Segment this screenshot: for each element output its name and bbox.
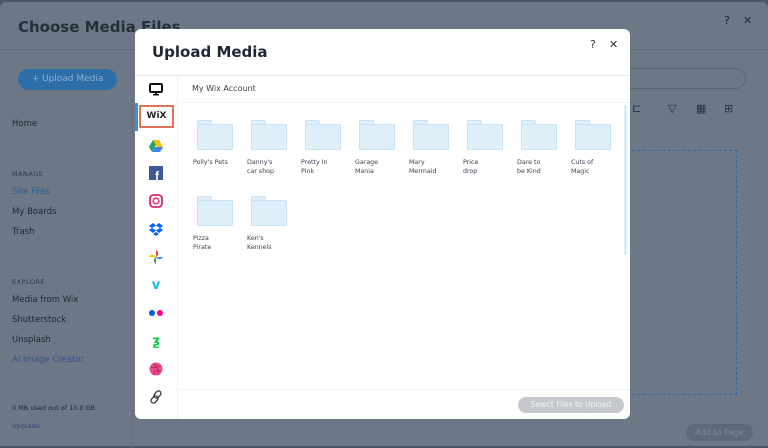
instagram-icon[interactable] (146, 191, 166, 211)
folder-icon (575, 120, 611, 150)
folder-icon (251, 196, 287, 226)
folder-item[interactable]: Polly's Pets (189, 120, 243, 167)
flickr-icon[interactable] (146, 303, 166, 323)
breadcrumb-divider (179, 102, 630, 103)
close-icon[interactable]: ✕ (743, 14, 752, 27)
source-rail: WiX f v ƺ (135, 76, 178, 419)
folder-item[interactable]: Pizza Pirate (189, 196, 243, 252)
select-files-button[interactable]: Select Files to Upload (518, 397, 624, 413)
folder-icon (521, 120, 557, 150)
scrollbar[interactable] (624, 105, 627, 255)
help-icon[interactable]: ? (590, 38, 596, 51)
folder-item[interactable]: Danny's car shop (243, 120, 297, 176)
storage-usage: 0 MB used out of 10.0 GB (12, 404, 96, 412)
folder-name: Pretty In Pink (301, 159, 328, 175)
header-divider (135, 75, 630, 76)
dropbox-icon[interactable] (146, 219, 166, 239)
dribbble-icon[interactable] (146, 359, 166, 379)
breadcrumb: My Wix Account (192, 84, 256, 93)
sidebar-item-home[interactable]: Home (12, 119, 37, 129)
folder-item[interactable]: Price drop (459, 120, 513, 176)
sidebar-item-site-files[interactable]: Site Files (12, 187, 50, 197)
folder-name: Price drop (463, 159, 479, 175)
sidebar-item-ai-image-creator[interactable]: AI Image Creator (12, 355, 84, 365)
sort-icon[interactable]: ▦ (696, 102, 706, 115)
folder-icon (197, 196, 233, 226)
folder-item[interactable]: Cuts of Magic (567, 120, 621, 176)
folder-item[interactable]: Garage Mania (351, 120, 405, 176)
folder-name: Pizza Pirate (193, 235, 212, 251)
manage-heading: MANAGE (12, 170, 44, 178)
folder-name: Danny's car shop (247, 159, 275, 175)
folder-name: Mary Mermaid (409, 159, 437, 175)
sidebar-item-media-from-wix[interactable]: Media from Wix (12, 295, 78, 305)
facebook-icon[interactable]: f (146, 163, 166, 183)
folder-item[interactable]: Pretty In Pink (297, 120, 351, 176)
folder-name: Ken's Kennels (247, 235, 272, 251)
add-to-page-button[interactable]: Add to Page (686, 424, 753, 441)
footer-divider (179, 389, 630, 390)
folder-item[interactable]: Ken's Kennels (243, 196, 297, 252)
sidebar (0, 50, 133, 448)
folder-icon (197, 120, 233, 150)
folder-name: Cuts of Magic (571, 159, 594, 175)
upload-media-button[interactable]: + Upload Media (18, 69, 117, 90)
upgrade-link[interactable]: Upgrade (12, 422, 40, 430)
sidebar-item-trash[interactable]: Trash (12, 227, 34, 237)
deviantart-icon[interactable]: ƺ (146, 331, 166, 351)
folder-icon (251, 120, 287, 150)
folder-name: Polly's Pets (193, 159, 228, 166)
sidebar-item-unsplash[interactable]: Unsplash (12, 335, 51, 345)
wix-source-button[interactable]: WiX (139, 105, 174, 128)
upload-media-dialog: Upload Media ? ✕ WiX f v ƺ My Wix Accoun… (135, 29, 630, 419)
folder-item[interactable]: Dare to be Kind (513, 120, 567, 176)
sidebar-item-shutterstock[interactable]: Shutterstock (12, 315, 66, 325)
google-drive-icon[interactable] (146, 136, 166, 156)
dialog-title: Upload Media (152, 43, 268, 61)
folder-icon (413, 120, 449, 150)
google-photos-icon[interactable] (146, 247, 166, 267)
computer-icon[interactable] (146, 79, 166, 99)
drop-zone (632, 150, 737, 395)
vimeo-icon[interactable]: v (146, 275, 166, 295)
folder-item[interactable]: Mary Mermaid (405, 120, 459, 176)
close-icon[interactable]: ✕ (609, 38, 618, 51)
explore-heading: EXPLORE (12, 278, 46, 286)
folder-icon (359, 120, 395, 150)
folder-name: Dare to be Kind (517, 159, 541, 175)
folder-name: Garage Mania (355, 159, 379, 175)
help-icon[interactable]: ? (724, 14, 730, 27)
selected-indicator (135, 103, 138, 131)
search-input[interactable] (620, 68, 746, 89)
new-folder-icon[interactable]: ⊏ (632, 102, 641, 115)
sidebar-item-my-boards[interactable]: My Boards (12, 207, 56, 217)
grid-view-icon[interactable]: ⊞ (724, 102, 733, 115)
link-icon[interactable] (146, 387, 166, 407)
filter-icon[interactable]: ▽ (668, 102, 676, 115)
folder-icon (305, 120, 341, 150)
folder-icon (467, 120, 503, 150)
